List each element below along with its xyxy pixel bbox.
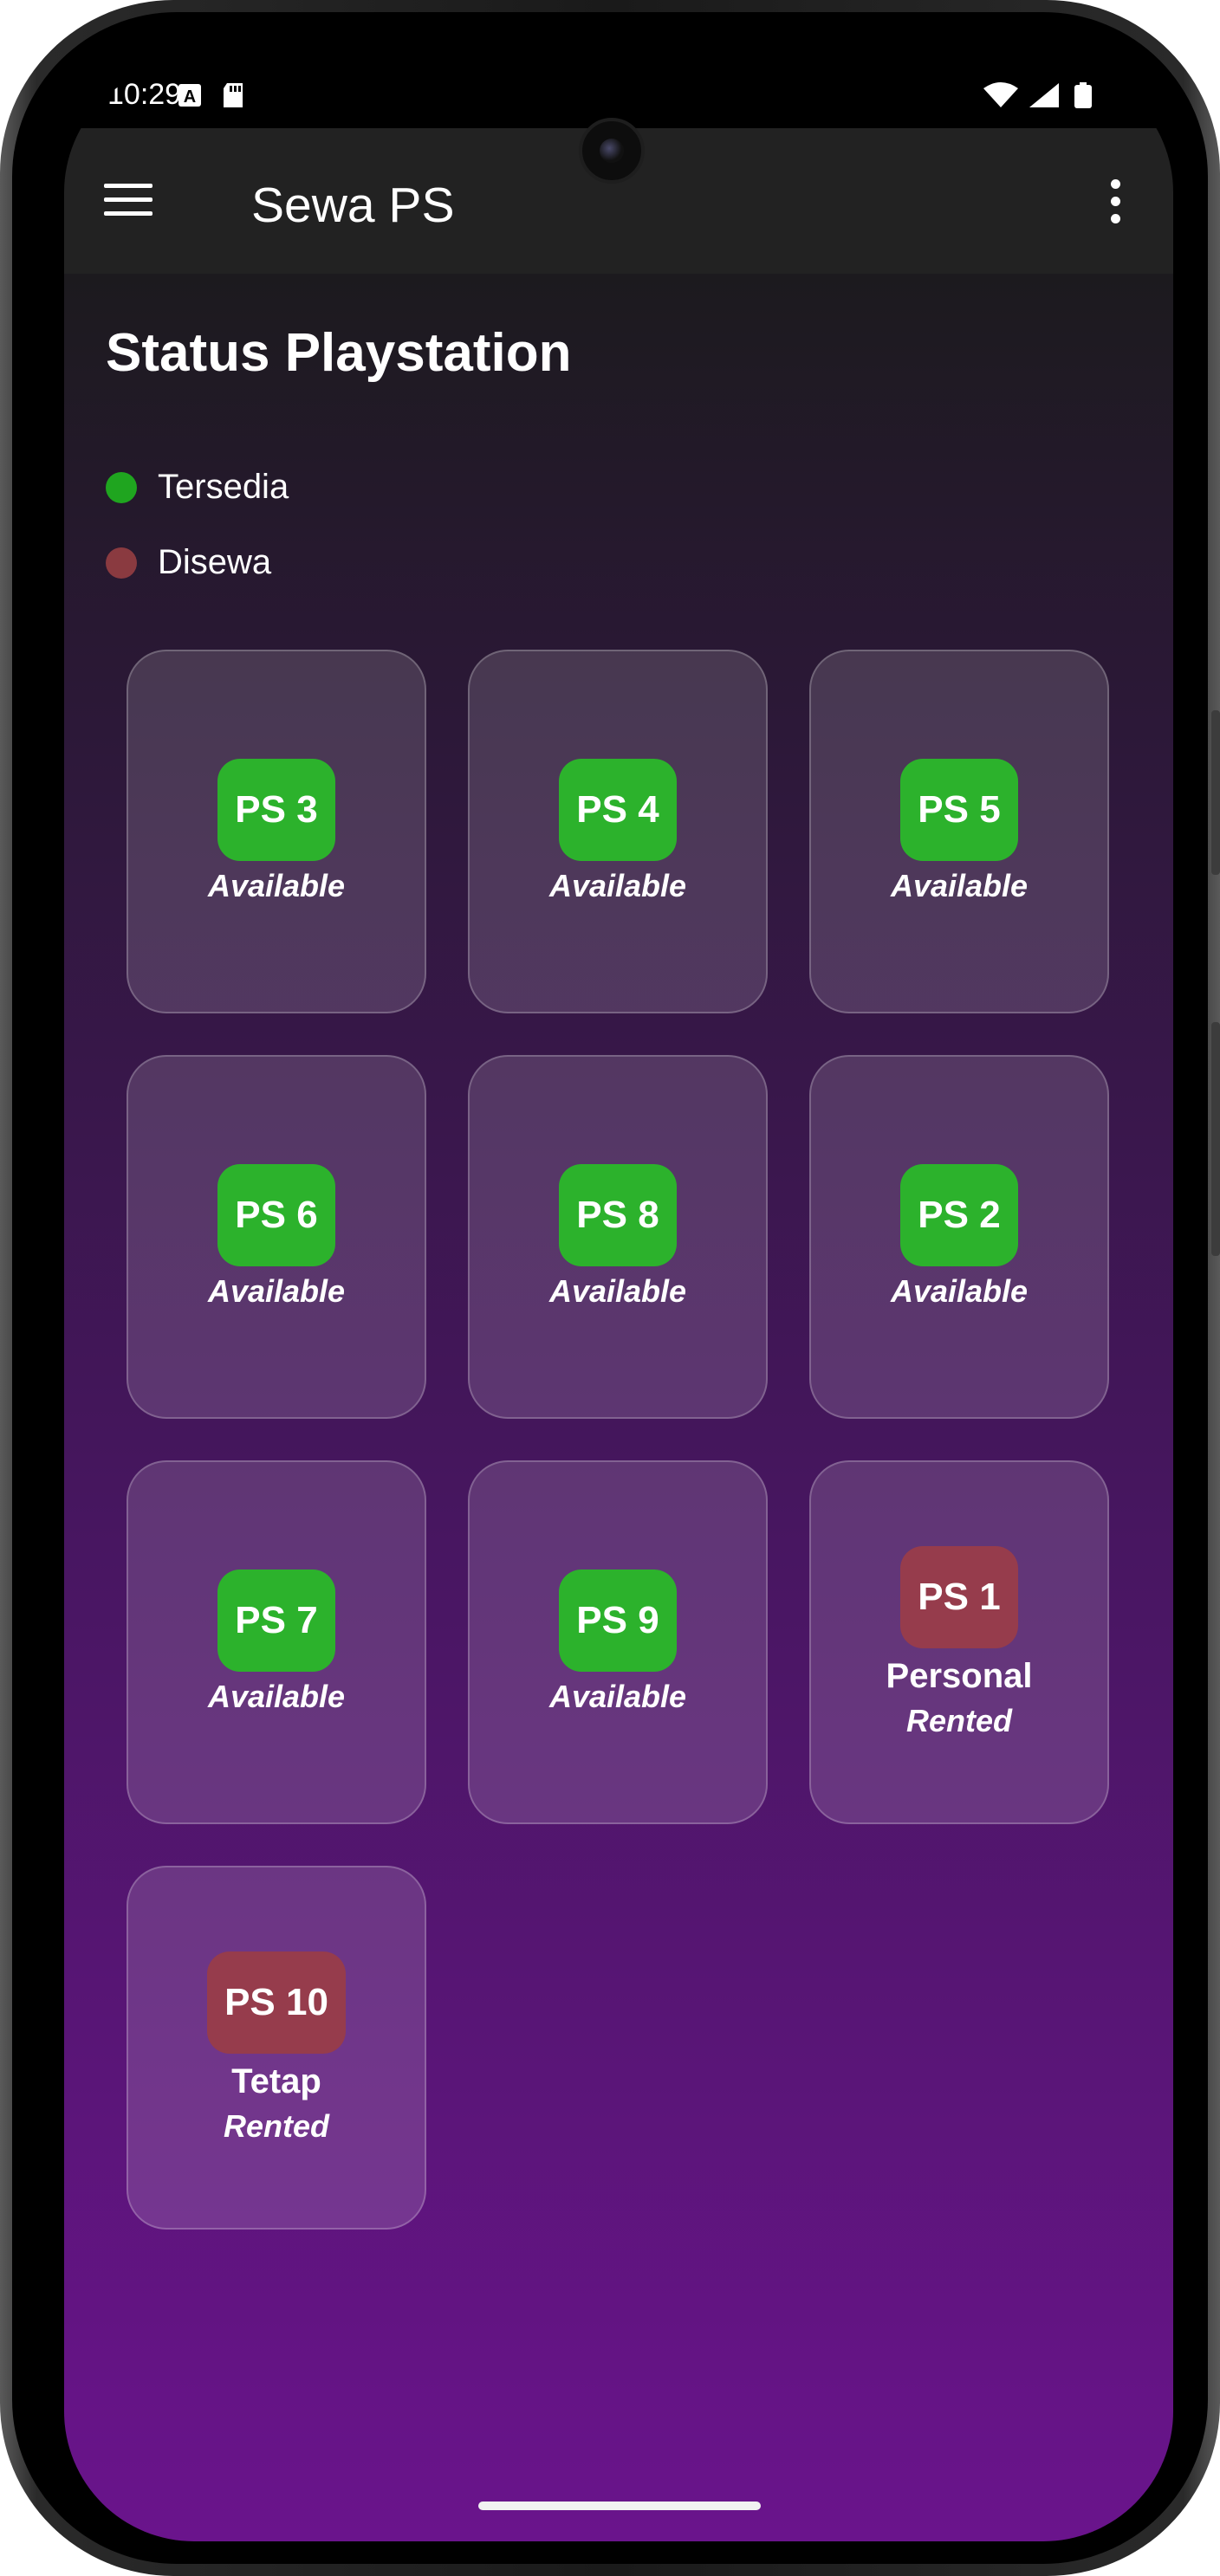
legend-label-rented: Disewa xyxy=(158,543,272,581)
console-card[interactable]: PS 1 Personal Rented xyxy=(809,1460,1109,1824)
console-status: Available xyxy=(207,1679,346,1714)
rented-dot xyxy=(106,547,137,579)
console-status: Rented xyxy=(905,1702,1012,1738)
console-card[interactable]: PS 3 Available xyxy=(127,650,426,1013)
console-status: Available xyxy=(890,1273,1029,1309)
console-type: Tetap xyxy=(231,2061,321,2100)
console-status: Available xyxy=(207,1273,346,1309)
console-badge: PS 10 xyxy=(207,1951,346,2054)
console-card[interactable]: PS 6 Available xyxy=(127,1055,426,1419)
console-status: Available xyxy=(890,868,1029,903)
phone-bezel: 10:29 A Sewa PS Status Playstation Terse… xyxy=(12,12,1208,2564)
legend-rented: Disewa xyxy=(106,543,271,582)
console-card[interactable]: PS 2 Available xyxy=(809,1055,1109,1419)
volume-button xyxy=(1211,1022,1220,1256)
console-status: Available xyxy=(207,868,346,903)
console-card[interactable]: PS 9 Available xyxy=(468,1460,768,1824)
console-badge: PS 1 xyxy=(900,1545,1018,1648)
screen: 10:29 A Sewa PS Status Playstation Terse… xyxy=(64,62,1173,2541)
console-badge: PS 3 xyxy=(217,759,335,861)
console-card[interactable]: PS 7 Available xyxy=(127,1460,426,1824)
console-status: Available xyxy=(548,868,687,903)
home-indicator[interactable] xyxy=(478,2502,761,2510)
console-card[interactable]: PS 8 Available xyxy=(468,1055,768,1419)
console-badge: PS 4 xyxy=(559,759,677,861)
legend-available: Tersedia xyxy=(106,468,289,507)
console-badge: PS 6 xyxy=(217,1164,335,1266)
cellular-signal-icon xyxy=(1029,83,1059,107)
console-badge: PS 2 xyxy=(900,1164,1018,1266)
wifi-icon xyxy=(983,82,1018,107)
content-area: Status Playstation Tersedia Disewa PS 3 … xyxy=(64,274,1173,2541)
phone-frame: 10:29 A Sewa PS Status Playstation Terse… xyxy=(0,0,1220,2576)
console-status: Available xyxy=(548,1679,687,1714)
available-dot xyxy=(106,471,137,503)
page-title: Status Playstation xyxy=(106,323,572,383)
more-vertical-icon[interactable] xyxy=(1102,173,1128,229)
sd-card-icon xyxy=(224,83,243,107)
console-card[interactable]: PS 4 Available xyxy=(468,650,768,1013)
console-card[interactable]: PS 10 Tetap Rented xyxy=(127,1866,426,2230)
console-type: Personal xyxy=(886,1656,1033,1695)
legend-label-available: Tersedia xyxy=(158,468,289,506)
console-status: Available xyxy=(548,1273,687,1309)
console-badge: PS 5 xyxy=(900,759,1018,861)
power-button xyxy=(1211,710,1220,875)
hamburger-menu-icon[interactable] xyxy=(104,173,156,225)
battery-icon xyxy=(1074,82,1092,108)
app-title: Sewa PS xyxy=(251,178,455,233)
console-card[interactable]: PS 5 Available xyxy=(809,650,1109,1013)
console-badge: PS 9 xyxy=(559,1570,677,1672)
svg-text:A: A xyxy=(184,87,196,107)
front-camera xyxy=(579,118,645,184)
console-badge: PS 7 xyxy=(217,1570,335,1672)
a-notification-icon: A xyxy=(178,84,201,107)
console-badge: PS 8 xyxy=(559,1164,677,1266)
status-time: 10:29 xyxy=(107,78,182,111)
console-status: Rented xyxy=(223,2107,329,2144)
